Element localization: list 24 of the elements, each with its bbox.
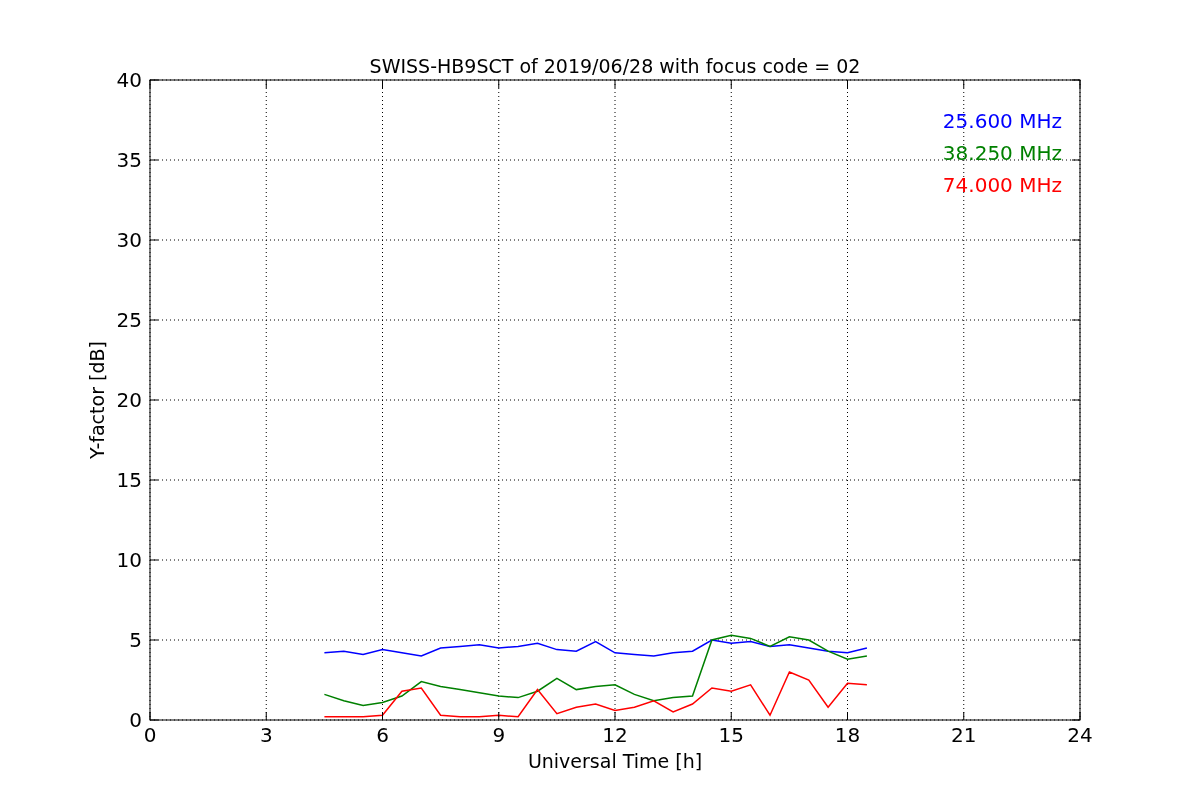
tick-label: 20: [116, 388, 142, 412]
tick-label: 15: [116, 468, 142, 492]
chart-title: SWISS-HB9SCT of 2019/06/28 with focus code = 02: [369, 55, 861, 77]
tick-label: 0: [129, 708, 142, 732]
tick-label: 5: [129, 628, 142, 652]
tick-label: 25: [116, 308, 142, 332]
tick-label: 30: [116, 228, 142, 252]
tick-label: 35: [116, 148, 142, 172]
legend-label: 25.600 MHz: [942, 109, 1062, 133]
tick-label: 15: [718, 723, 744, 747]
x-axis-label: Universal Time [h]: [527, 750, 703, 772]
legend-label: 38.250 MHz: [942, 141, 1062, 165]
legend-label: 74.000 MHz: [942, 173, 1062, 197]
tick-label: 6: [376, 723, 389, 747]
tick-label: 18: [834, 723, 861, 747]
tick-label: 24: [1067, 723, 1093, 747]
tick-label: 10: [116, 548, 142, 572]
tick-label: 9: [492, 723, 506, 747]
tick-label: 0: [143, 723, 157, 747]
tick-label: 3: [259, 723, 273, 747]
tick-label: 12: [602, 723, 628, 747]
y-axis-label: Y-factor [dB]: [86, 341, 108, 459]
tick-label: 21: [951, 723, 977, 747]
tick-label: 40: [116, 68, 142, 92]
